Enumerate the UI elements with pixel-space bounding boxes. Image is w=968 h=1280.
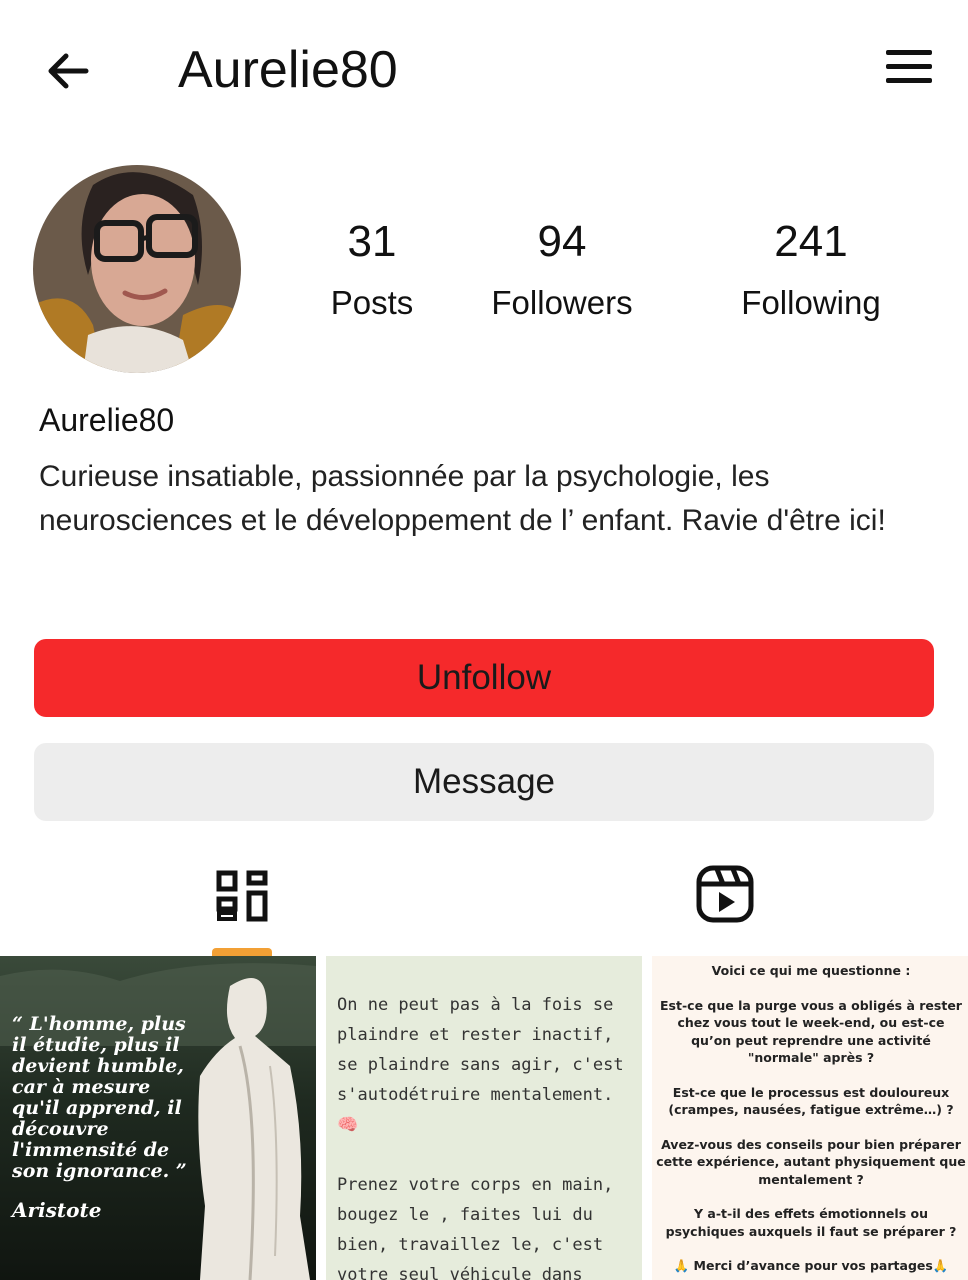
post-text: On ne peut pas à la fois se plaindre et … [337,990,633,1280]
page-title: Aurelie80 [178,41,398,99]
unfollow-button[interactable]: Unfollow [34,639,934,717]
post-quote-author: Aristote [12,1198,102,1222]
post-text-line: Est-ce que le processus est douloureux (… [668,1084,954,1118]
avatar[interactable] [33,165,241,373]
profile-bio: Curieuse insatiable, passionnée par la p… [39,460,886,537]
stat-posts[interactable]: 31 Posts [312,215,432,323]
arrow-left-icon[interactable] [42,44,96,98]
posts-label: Posts [330,284,414,321]
post-tile-3[interactable]: Voici ce qui me questionne : Est-ce que … [652,956,968,1280]
post-text-line: 🙏 Merci d’avance pour vos partages🙏 [673,1258,949,1273]
grid-icon[interactable] [214,868,270,924]
active-tab-indicator [212,948,272,956]
followers-count: 94 [537,217,587,266]
post-text-line: Avez-vous des conseils pour bien prépare… [656,1136,966,1187]
posts-grid: “ L'homme, plus il étudie, plus il devie… [0,956,968,1280]
post-text-paragraph: Prenez votre corps en main, bougez le , … [337,1175,614,1280]
reels-icon[interactable] [695,864,755,924]
post-tile-1[interactable]: “ L'homme, plus il étudie, plus il devie… [0,956,316,1280]
hamburger-menu-icon[interactable] [886,50,932,90]
post-text-line: Est-ce que la purge vous a obligés à res… [660,997,962,1066]
stat-following[interactable]: 241 Following [720,215,902,323]
top-bar: Aurelie80 [0,0,968,140]
post-text-line: Voici ce qui me questionne : [711,963,911,978]
posts-count: 31 [347,217,397,266]
post-text-paragraph: On ne peut pas à la fois se plaindre et … [337,995,624,1135]
post-quote-text: “ L'homme, plus il étudie, plus il devie… [12,1013,187,1182]
stat-followers[interactable]: 94 Followers [470,215,654,323]
following-count: 241 [774,217,848,266]
message-button[interactable]: Message [34,743,934,821]
followers-label: Followers [491,284,633,321]
post-text: Voici ce qui me questionne : Est-ce que … [656,962,966,1280]
profile-username: Aurelie80 [39,402,175,438]
post-tile-2[interactable]: On ne peut pas à la fois se plaindre et … [326,956,642,1280]
following-label: Following [741,284,881,321]
post-text-line: Y a-t-il des effets émotionnels ou psych… [665,1206,957,1239]
